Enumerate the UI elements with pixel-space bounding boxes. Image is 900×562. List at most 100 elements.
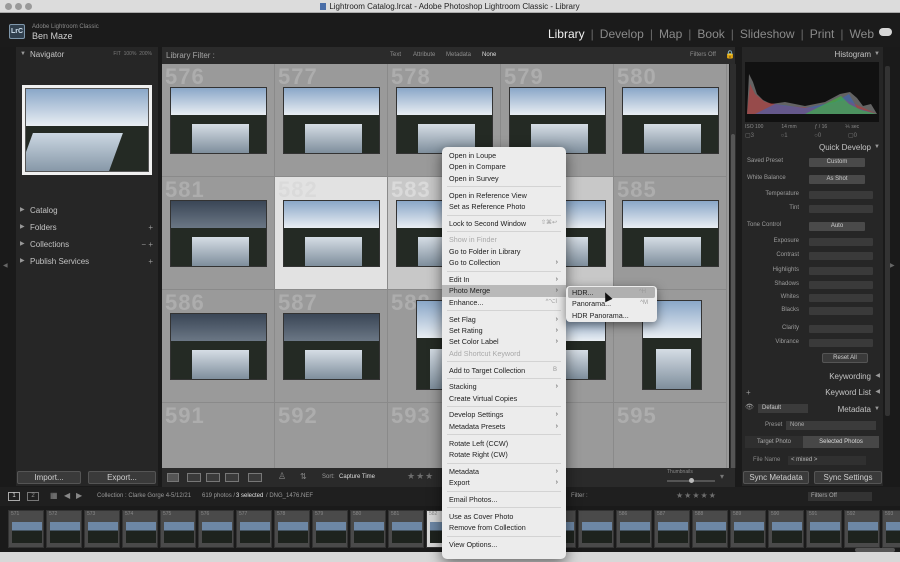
forward-icon[interactable]: ▶ xyxy=(76,491,82,500)
module-library[interactable]: Library xyxy=(548,27,585,41)
menu-item-open-in-reference-view[interactable]: Open in Reference View xyxy=(442,190,566,201)
toolbar-menu-icon[interactable]: ▾ xyxy=(720,472,724,481)
grid-cell[interactable]: 586 xyxy=(162,290,275,403)
reset-all-button[interactable]: Reset All xyxy=(822,353,868,363)
menu-item-develop-settings[interactable]: Develop Settings › xyxy=(442,409,566,420)
module-web[interactable]: Web xyxy=(850,27,874,41)
menu-item-email-photos[interactable]: Email Photos... xyxy=(442,494,566,505)
menu-item-photo-merge[interactable]: Photo Merge › xyxy=(442,285,566,297)
saved-preset-dropdown[interactable]: Custom xyxy=(809,158,865,167)
photo-thumbnail[interactable] xyxy=(170,313,267,380)
menu-item-metadata[interactable]: Metadata › xyxy=(442,466,566,477)
keyword-list-header[interactable]: + Keyword List ◀ xyxy=(742,385,883,400)
filter-option-text[interactable]: Text xyxy=(390,52,401,58)
menu-item-remove-from-collection[interactable]: Remove from Collection xyxy=(442,522,566,533)
menu-item-open-in-survey[interactable]: Open in Survey xyxy=(442,173,566,184)
grid-cell[interactable]: 576 xyxy=(162,64,275,177)
filmstrip-thumbnail[interactable]: 580 xyxy=(350,510,386,548)
tone-adjust-buttons[interactable] xyxy=(809,252,873,260)
grid-view-icon[interactable] xyxy=(167,473,179,482)
add-publish-icon[interactable]: + xyxy=(148,254,153,269)
histogram-header[interactable]: Histogram ▼ xyxy=(742,47,883,62)
auto-tone-button[interactable]: Auto xyxy=(809,222,865,231)
sync-settings-button[interactable]: Sync Settings xyxy=(814,471,882,484)
menu-item-set-as-reference-photo[interactable]: Set as Reference Photo xyxy=(442,201,566,212)
filmstrip-thumbnail[interactable]: 593 xyxy=(882,510,900,548)
photo-thumbnail[interactable] xyxy=(622,200,719,267)
filmstrip-thumbnail[interactable]: 574 xyxy=(122,510,158,548)
collection-path[interactable]: Collection : Clarke Gorge 4-5/12/21 xyxy=(97,493,191,499)
cloud-icon[interactable] xyxy=(879,28,892,36)
slider-knob[interactable] xyxy=(689,478,694,483)
tone-adjust-buttons[interactable] xyxy=(809,339,873,347)
grid-icon[interactable]: ▦ xyxy=(50,491,58,500)
tone-adjust-buttons[interactable] xyxy=(809,267,873,275)
second-window-button[interactable]: 2 xyxy=(27,492,39,501)
photo-thumbnail[interactable] xyxy=(622,87,719,154)
white-balance-dropdown[interactable]: As Shot xyxy=(809,175,865,184)
sync-metadata-button[interactable]: Sync Metadata xyxy=(743,471,809,484)
filmstrip-thumbnail[interactable]: 591 xyxy=(806,510,842,548)
left-panel-toggle-icon[interactable]: ◀ xyxy=(3,262,9,269)
menu-item-rotate-right-cw[interactable]: Rotate Right (CW) xyxy=(442,449,566,460)
menu-item-set-flag[interactable]: Set Flag › xyxy=(442,314,566,325)
menu-item-go-to-folder-in-library[interactable]: Go to Folder in Library xyxy=(442,246,566,257)
grid-cell[interactable]: 595 xyxy=(614,403,727,468)
metadata-preset-dropdown[interactable]: None xyxy=(786,421,876,430)
grid-cell[interactable]: 577 xyxy=(275,64,388,177)
menu-item-open-in-loupe[interactable]: Open in Loupe xyxy=(442,150,566,161)
filmstrip-thumbnail[interactable]: 586 xyxy=(616,510,652,548)
grid-cell[interactable]: 580 xyxy=(614,64,727,177)
filmstrip-thumbnail[interactable]: 578 xyxy=(274,510,310,548)
filter-rating-stars[interactable]: ★★★★★ xyxy=(676,491,717,500)
navigator-preview[interactable] xyxy=(22,85,152,175)
filmstrip-thumbnail[interactable]: 575 xyxy=(160,510,196,548)
menu-item-set-color-label[interactable]: Set Color Label › xyxy=(442,336,566,347)
filmstrip-thumbnail[interactable]: 576 xyxy=(198,510,234,548)
collections-section[interactable]: ▶ Collections − + xyxy=(16,237,158,252)
quick-develop-header[interactable]: Quick Develop ▼ xyxy=(742,140,883,155)
submenu-item-panorama[interactable]: Panorama... ^M xyxy=(566,298,657,309)
tone-adjust-buttons[interactable] xyxy=(809,294,873,302)
menu-item-open-in-compare[interactable]: Open in Compare xyxy=(442,161,566,172)
add-folder-icon[interactable]: + xyxy=(148,220,153,235)
submenu-item-hdr-panorama[interactable]: HDR Panorama... xyxy=(566,310,657,321)
filmstrip-thumbnail[interactable]: 589 xyxy=(730,510,766,548)
menu-item-go-to-collection[interactable]: Go to Collection › xyxy=(442,257,566,268)
photo-thumbnail[interactable] xyxy=(283,200,380,267)
menu-item-edit-in[interactable]: Edit In › xyxy=(442,274,566,285)
tone-adjust-buttons[interactable] xyxy=(809,238,873,246)
back-icon[interactable]: ◀ xyxy=(64,491,70,500)
filmstrip-thumbnail[interactable]: 577 xyxy=(236,510,272,548)
selected-photos-tab[interactable]: Selected Photos xyxy=(803,436,879,448)
people-view-icon[interactable] xyxy=(248,473,262,482)
menu-item-metadata-presets[interactable]: Metadata Presets › xyxy=(442,421,566,432)
menu-item-view-options[interactable]: View Options... xyxy=(442,539,566,550)
filmstrip-thumbnail[interactable]: 571 xyxy=(8,510,44,548)
temperature-buttons[interactable] xyxy=(809,191,873,199)
import-button[interactable]: Import... xyxy=(17,471,81,484)
file-name-field[interactable]: < mixed > xyxy=(788,456,866,465)
filmstrip-thumbnail[interactable]: 579 xyxy=(312,510,348,548)
filmstrip-thumbnail[interactable]: 581 xyxy=(388,510,424,548)
survey-view-icon[interactable] xyxy=(225,473,239,482)
photo-thumbnail[interactable] xyxy=(170,200,267,267)
filter-option-attribute[interactable]: Attribute xyxy=(413,52,435,58)
filmstrip-filters-dropdown[interactable]: Filters Off xyxy=(808,492,872,501)
target-photo-tab[interactable]: Target Photo xyxy=(745,436,803,448)
menu-item-export[interactable]: Export › xyxy=(442,477,566,488)
filmstrip-thumbnail[interactable] xyxy=(578,510,614,548)
menu-item-enhance[interactable]: Enhance... ^⌥I xyxy=(442,297,566,308)
photo-thumbnail[interactable] xyxy=(283,87,380,154)
scrollbar-thumb[interactable] xyxy=(731,134,735,494)
filters-off-dropdown[interactable]: Filters Off xyxy=(690,52,716,58)
photo-thumbnail[interactable] xyxy=(283,313,380,380)
module-map[interactable]: Map xyxy=(659,27,682,41)
sort-dropdown[interactable]: Capture Time xyxy=(339,474,375,480)
painter-icon[interactable]: ♙ xyxy=(278,471,286,482)
tone-adjust-buttons[interactable] xyxy=(809,281,873,289)
filmstrip-thumbnail[interactable]: 573 xyxy=(84,510,120,548)
main-window-button[interactable]: 1 xyxy=(8,492,20,501)
menu-item-use-as-cover-photo[interactable]: Use as Cover Photo xyxy=(442,511,566,522)
lock-icon[interactable]: 🔒 xyxy=(725,50,735,59)
